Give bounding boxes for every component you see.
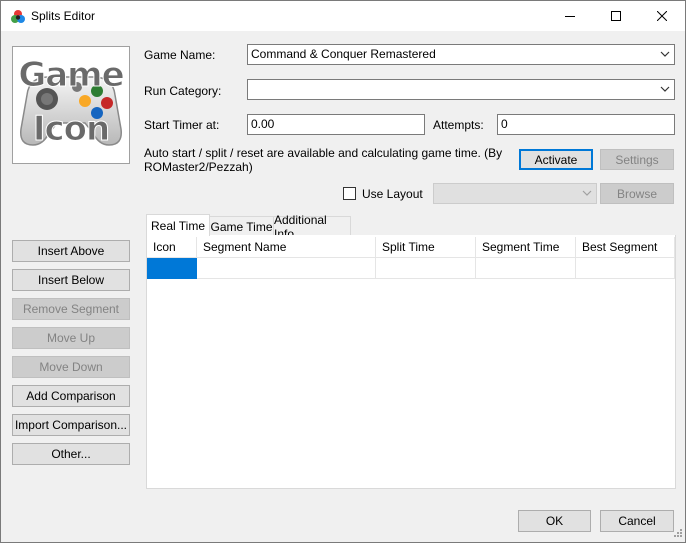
column-header-segment-time[interactable]: Segment Time bbox=[476, 237, 576, 258]
game-name-value: Command & Conquer Remastered bbox=[251, 47, 436, 61]
table-cell-icon-selected[interactable] bbox=[147, 258, 197, 279]
settings-button[interactable]: Settings bbox=[600, 149, 674, 170]
import-comparison-button[interactable]: Import Comparison... bbox=[12, 414, 130, 436]
autosplitter-description: Auto start / split / reset are available… bbox=[144, 146, 503, 174]
minimize-icon bbox=[565, 16, 575, 17]
game-icon-picture[interactable]: Game Icon bbox=[12, 46, 130, 164]
start-timer-value: 0.00 bbox=[251, 117, 275, 131]
run-category-combobox[interactable] bbox=[247, 79, 675, 100]
attempts-label: Attempts: bbox=[433, 118, 484, 132]
tab-game-time[interactable]: Game Time bbox=[209, 216, 274, 236]
cancel-button[interactable]: Cancel bbox=[600, 510, 674, 532]
start-timer-input[interactable]: 0.00 bbox=[247, 114, 425, 135]
column-header-split-time[interactable]: Split Time bbox=[376, 237, 476, 258]
chevron-down-icon bbox=[582, 190, 592, 196]
table-cell-split-time[interactable] bbox=[376, 258, 476, 279]
move-up-button[interactable]: Move Up bbox=[12, 327, 130, 349]
maximize-icon bbox=[611, 11, 621, 21]
attempts-value: 0 bbox=[501, 117, 508, 131]
game-icon-text-bottom: Icon bbox=[32, 109, 110, 150]
segments-grid[interactable]: Icon Segment Name Split Time Segment Tim… bbox=[147, 237, 675, 281]
table-cell-segment-name[interactable] bbox=[197, 258, 376, 279]
use-layout-label[interactable]: Use Layout bbox=[362, 187, 423, 201]
close-icon bbox=[657, 11, 667, 21]
table-cell-segment-time[interactable] bbox=[476, 258, 576, 279]
tab-additional-info[interactable]: Additional Info bbox=[273, 213, 351, 241]
insert-above-button[interactable]: Insert Above bbox=[12, 240, 130, 262]
column-header-best-segment[interactable]: Best Segment bbox=[576, 237, 675, 258]
game-icon-text-top: Game bbox=[18, 55, 125, 96]
add-comparison-button[interactable]: Add Comparison bbox=[12, 385, 130, 407]
resize-grip-icon[interactable] bbox=[671, 528, 683, 540]
table-cell-best-segment[interactable] bbox=[576, 258, 675, 279]
ok-button[interactable]: OK bbox=[518, 510, 591, 532]
chevron-down-icon bbox=[660, 51, 670, 57]
move-down-button[interactable]: Move Down bbox=[12, 356, 130, 378]
maximize-button[interactable] bbox=[593, 1, 639, 31]
close-button[interactable] bbox=[639, 1, 685, 31]
remove-segment-button[interactable]: Remove Segment bbox=[12, 298, 130, 320]
attempts-input[interactable]: 0 bbox=[497, 114, 675, 135]
activate-button[interactable]: Activate bbox=[519, 149, 593, 170]
column-header-segment-name[interactable]: Segment Name bbox=[197, 237, 376, 258]
chevron-down-icon bbox=[660, 86, 670, 92]
tab-real-time[interactable]: Real Time bbox=[146, 214, 210, 236]
window-title: Splits Editor bbox=[31, 9, 96, 23]
run-category-label: Run Category: bbox=[144, 84, 222, 98]
browse-button[interactable]: Browse bbox=[600, 183, 674, 204]
layout-combobox[interactable] bbox=[433, 183, 597, 204]
insert-below-button[interactable]: Insert Below bbox=[12, 269, 130, 291]
other-button[interactable]: Other... bbox=[12, 443, 130, 465]
start-timer-label: Start Timer at: bbox=[144, 118, 220, 132]
title-bar[interactable]: Splits Editor bbox=[1, 1, 685, 31]
minimize-button[interactable] bbox=[547, 1, 593, 31]
column-header-icon[interactable]: Icon bbox=[147, 237, 197, 258]
game-name-combobox[interactable]: Command & Conquer Remastered bbox=[247, 44, 675, 65]
game-name-label: Game Name: bbox=[144, 48, 216, 62]
use-layout-checkbox[interactable] bbox=[343, 187, 356, 200]
livesplit-app-icon bbox=[11, 10, 25, 23]
splits-editor-window: Splits Editor Game Icon Game Name: Comma… bbox=[0, 0, 686, 543]
